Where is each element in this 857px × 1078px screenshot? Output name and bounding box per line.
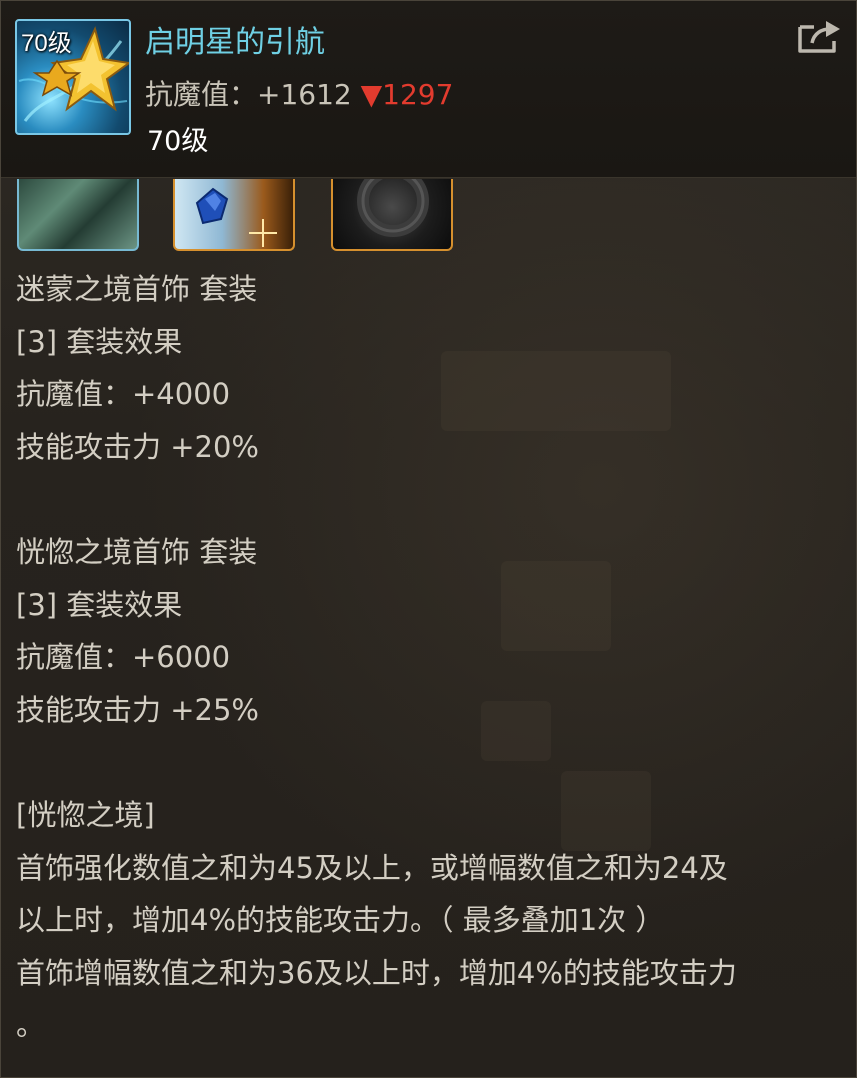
set-effect-line: 技能攻击力 +20%: [16, 429, 259, 464]
stat-label: 抗魔值：: [145, 78, 258, 111]
item-tooltip-panel: 70级 启明星的引航 抗魔值：+1612 ▼1297 70级 迷蒙之境首饰 套装…: [0, 0, 857, 1078]
special-line: 首饰增幅数值之和为36及以上时，增加4%的技能攻击力: [16, 955, 737, 990]
set-bonus-2: 恍惚之境首饰 套装 [3] 套装效果 抗魔值：+6000 技能攻击力 +25%: [16, 526, 259, 736]
special-title: [恍惚之境]: [16, 798, 155, 832]
set-item-slot[interactable]: [331, 179, 453, 251]
special-line: 。: [16, 1008, 46, 1042]
set-effect-line: 抗魔值：+4000: [16, 377, 231, 411]
stat-line: 抗魔值：+1612 ▼1297: [145, 73, 453, 113]
background-decoration: [441, 351, 671, 431]
item-level: 70级: [147, 126, 209, 157]
special-line: 以上时，增加4%的技能攻击力。（ 最多叠加1次 ）: [16, 903, 665, 937]
special-line: 首饰强化数值之和为45及以上，或增幅数值之和为24及: [16, 850, 728, 885]
share-button[interactable]: [796, 19, 842, 55]
background-decoration: [481, 701, 551, 761]
set-effect-header: [3] 套装效果: [16, 324, 183, 359]
gem-icon: [195, 187, 277, 247]
set-item-slot[interactable]: [17, 179, 139, 251]
set-title: 恍惚之境首饰 套装: [16, 535, 258, 569]
stat-diff: ▼1297: [360, 78, 454, 111]
background-decoration: [501, 561, 611, 651]
set-bonus-1: 迷蒙之境首饰 套装 [3] 套装效果 抗魔值：+4000 技能攻击力 +20%: [16, 263, 259, 473]
item-icon[interactable]: 70级: [15, 19, 131, 135]
set-effect-header: [3] 套装效果: [16, 587, 183, 622]
item-name: 启明星的引航: [145, 25, 325, 60]
set-item-slot[interactable]: [173, 179, 295, 251]
set-title: 迷蒙之境首饰 套装: [16, 272, 258, 306]
set-effect-line: 抗魔值：+6000: [16, 640, 231, 674]
set-item-slots: [1, 179, 856, 255]
special-effect-description: [恍惚之境] 首饰强化数值之和为45及以上，或增幅数值之和为24及 以上时，增加…: [16, 789, 737, 1052]
share-icon: [798, 21, 840, 53]
icon-level-badge: 70级: [21, 30, 72, 57]
set-effect-line: 技能攻击力 +25%: [16, 692, 259, 727]
stat-value: +1612: [257, 78, 352, 111]
item-header: 70级 启明星的引航 抗魔值：+1612 ▼1297 70级: [1, 1, 856, 178]
ring-icon: [357, 179, 429, 237]
